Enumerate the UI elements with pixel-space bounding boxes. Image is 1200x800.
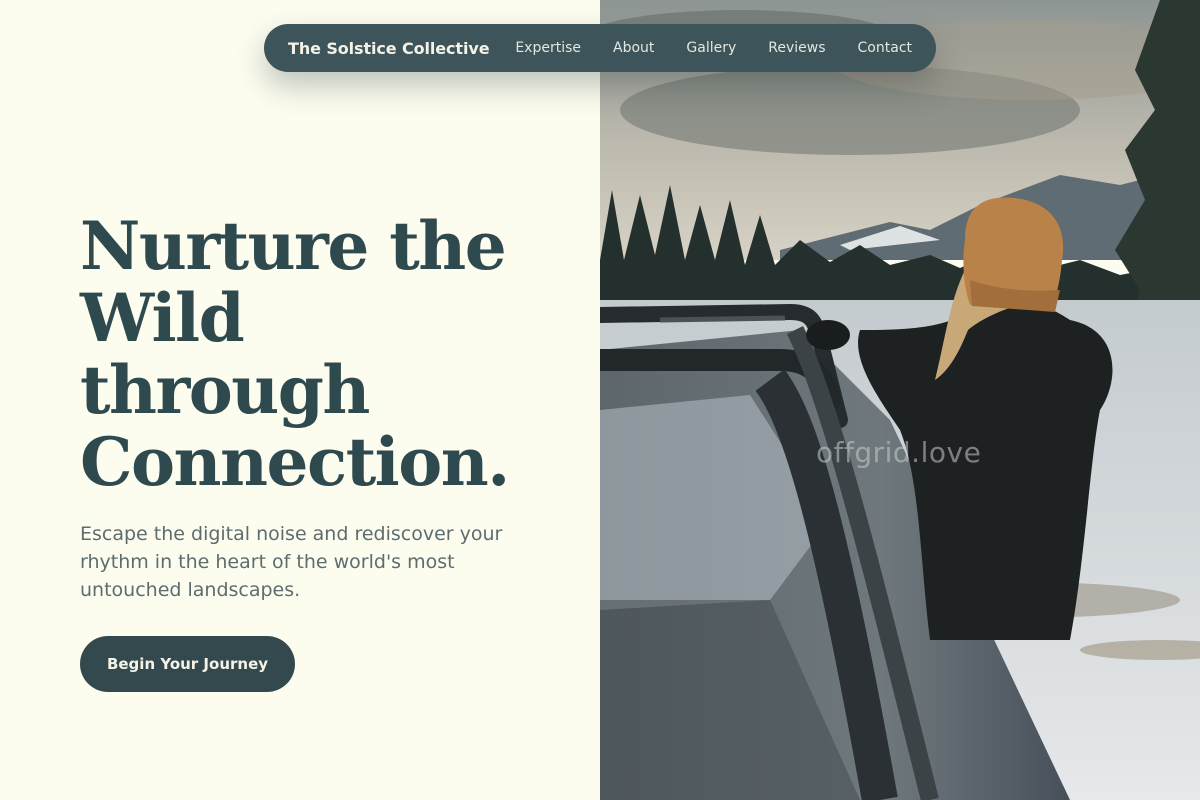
hero-headline: Nurture the Wild through Connection.: [80, 210, 560, 498]
nav-link-about[interactable]: About: [613, 40, 654, 56]
nav-link-expertise[interactable]: Expertise: [515, 40, 581, 56]
subtext-line: rhythm in the heart of the world's most: [80, 551, 455, 573]
nav-links: Expertise About Gallery Reviews Contact: [515, 40, 912, 56]
hero-photo-illustration: [600, 0, 1200, 800]
headline-line: through: [80, 351, 370, 429]
headline-line: Wild: [80, 279, 245, 357]
nav-link-contact[interactable]: Contact: [858, 40, 912, 56]
subtext-line: untouched landscapes.: [80, 579, 301, 601]
headline-line: Connection.: [80, 423, 510, 501]
top-navigation: The Solstice Collective Expertise About …: [264, 24, 936, 72]
hero-photo: [600, 0, 1200, 800]
subtext-line: Escape the digital noise and rediscover …: [80, 523, 503, 545]
headline-line: Nurture the: [80, 207, 507, 285]
nav-link-gallery[interactable]: Gallery: [686, 40, 736, 56]
photo-watermark: offgrid.love: [816, 436, 982, 469]
nav-link-reviews[interactable]: Reviews: [768, 40, 825, 56]
brand-logo[interactable]: The Solstice Collective: [288, 39, 490, 58]
hero-subtext: Escape the digital noise and rediscover …: [80, 520, 520, 604]
begin-journey-button[interactable]: Begin Your Journey: [80, 636, 295, 692]
